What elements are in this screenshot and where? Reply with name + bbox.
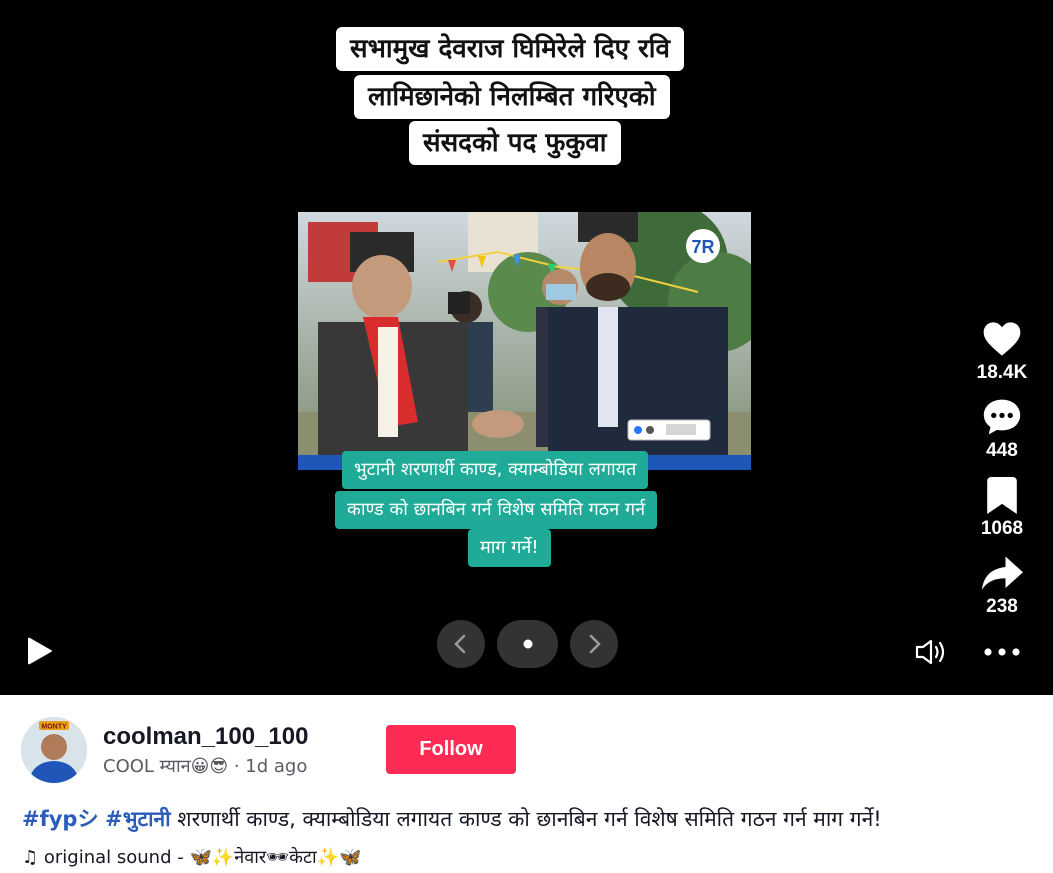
next-button[interactable] [570,620,618,668]
volume-icon [915,639,945,665]
author-subline: COOL म्यान😀😎 · 1d ago [103,754,307,778]
caption-line-1: भुटानी शरणार्थी काण्ड, क्याम्बोडिया लगाय… [342,451,649,489]
save-button[interactable]: 1068 [967,477,1037,540]
title-line-2: लामिछानेको निलम्बित गरिएको [354,75,670,119]
share-count: 238 [986,596,1018,617]
title-line-3: संसदको पद फुकुवा [409,121,621,165]
hashtag-bhutani[interactable]: #भुटानी [105,807,170,831]
avatar-image: MONTY [21,717,87,783]
hashtag-fyp[interactable]: #fypシ [22,807,98,831]
photo-logo-icon: 7R [691,237,714,257]
sound-label: original sound - 🦋✨नेवार🕶केटा✨🦋 [43,847,362,868]
username[interactable]: coolman_100_100 [103,723,308,751]
video-photo: 7R [298,212,751,470]
more-button[interactable] [982,645,1022,659]
post-time: · 1d ago [228,756,308,777]
photo-illustration: 7R [298,212,751,470]
title-line-1: सभामुख देवराज घिमिरेले दिए रवि [336,27,684,71]
avatar-badge: MONTY [41,724,67,731]
video-title-overlay: सभामुख देवराज घिमिरेले दिए रवि लामिछानेक… [336,27,711,172]
share-icon [981,556,1023,590]
comment-button[interactable]: 448 [967,398,1037,462]
display-name: COOL म्यान😀😎 [103,756,229,777]
caption-line-3: माग गर्ने! [468,529,551,567]
more-icon [984,648,1020,656]
like-count: 18.4K [976,362,1028,383]
prev-button[interactable] [437,620,485,668]
slide-indicator [497,620,558,668]
chevron-right-icon [589,634,601,654]
follow-button[interactable]: Follow [386,725,516,774]
volume-button[interactable] [914,638,948,666]
avatar[interactable]: MONTY [21,717,87,783]
like-button[interactable]: 18.4K [967,320,1037,384]
comment-icon [983,399,1021,435]
play-icon [28,637,52,665]
share-button[interactable]: 238 [967,556,1037,618]
description-text: शरणार्थी काण्ड, क्याम्बोडिया लगायत काण्ड… [170,807,882,831]
sound-link[interactable]: ♫ original sound - 🦋✨नेवार🕶केटा✨🦋 [22,845,362,869]
caption-line-2: काण्ड को छानबिन गर्न विशेष समिति गठन गर्… [335,491,658,529]
play-button[interactable] [26,636,54,666]
bookmark-icon [987,477,1017,514]
save-count: 1068 [980,518,1024,539]
video-player[interactable]: सभामुख देवराज घिमिरेले दिए रवि लामिछानेक… [0,0,1053,695]
music-note-icon: ♫ [22,847,39,868]
video-description: #fypシ #भुटानी शरणार्थी काण्ड, क्याम्बोडि… [22,803,882,833]
comment-count: 448 [986,440,1018,461]
chevron-left-icon [454,634,466,654]
heart-icon [983,322,1021,356]
slide-dot-icon [523,639,532,649]
